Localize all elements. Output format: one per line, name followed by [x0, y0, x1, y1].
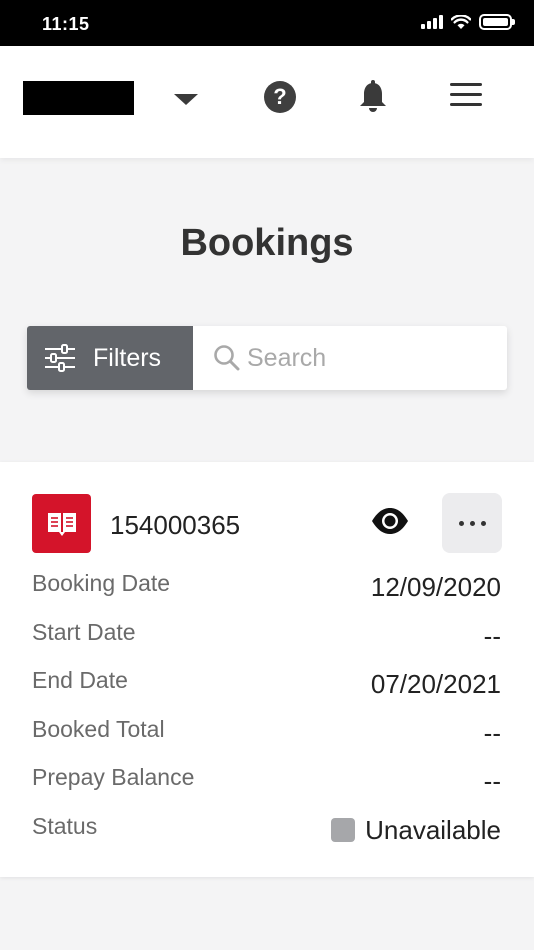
booked-total-label: Booked Total: [32, 716, 165, 742]
status-text: Unavailable: [365, 815, 501, 845]
help-icon[interactable]: ?: [264, 81, 296, 113]
eye-icon[interactable]: [370, 506, 410, 536]
status-icons: [421, 14, 515, 30]
booking-date-label: Booking Date: [32, 570, 171, 596]
status-label: Status: [32, 813, 98, 839]
filters-button[interactable]: Filters: [27, 326, 193, 390]
page-title: Bookings: [180, 222, 354, 264]
start-date-label: Start Date: [32, 619, 136, 645]
search-input[interactable]: [247, 338, 497, 378]
status-badge: [331, 818, 356, 842]
app-header: ?: [0, 46, 534, 158]
sliders-icon: [45, 344, 75, 372]
magnifier-icon: [214, 345, 240, 371]
status-bar: 11:15: [0, 0, 534, 46]
battery-icon: [479, 14, 515, 30]
filters-label: Filters: [93, 343, 162, 372]
more-dots-icon: [458, 520, 464, 526]
dropdown-caret-icon[interactable]: [172, 90, 200, 108]
booking-badge: [32, 494, 91, 553]
booking-card[interactable]: 154000365 Booking Date 12/09/2020 Start …: [0, 462, 534, 877]
wifi-icon: [451, 14, 471, 29]
cellular-signal-icon: [421, 15, 443, 29]
prepay-balance-value: --: [483, 766, 501, 796]
hamburger-menu-icon[interactable]: [450, 83, 484, 107]
start-date-value: --: [483, 621, 501, 651]
booked-total-value: --: [483, 718, 501, 748]
booking-number: 154000365: [110, 510, 241, 540]
status-value: Unavailable: [331, 815, 501, 846]
book-icon: [47, 512, 76, 536]
end-date-label: End Date: [32, 667, 128, 693]
booking-date-value: 12/09/2020: [370, 572, 501, 602]
filter-search-bar: Filters: [27, 326, 507, 390]
end-date-value: 07/20/2021: [370, 669, 501, 699]
prepay-balance-label: Prepay Balance: [32, 764, 195, 790]
bell-icon[interactable]: [358, 80, 388, 114]
brand-logo[interactable]: [23, 81, 134, 115]
status-time: 11:15: [42, 14, 90, 34]
more-options-button[interactable]: [442, 493, 502, 553]
